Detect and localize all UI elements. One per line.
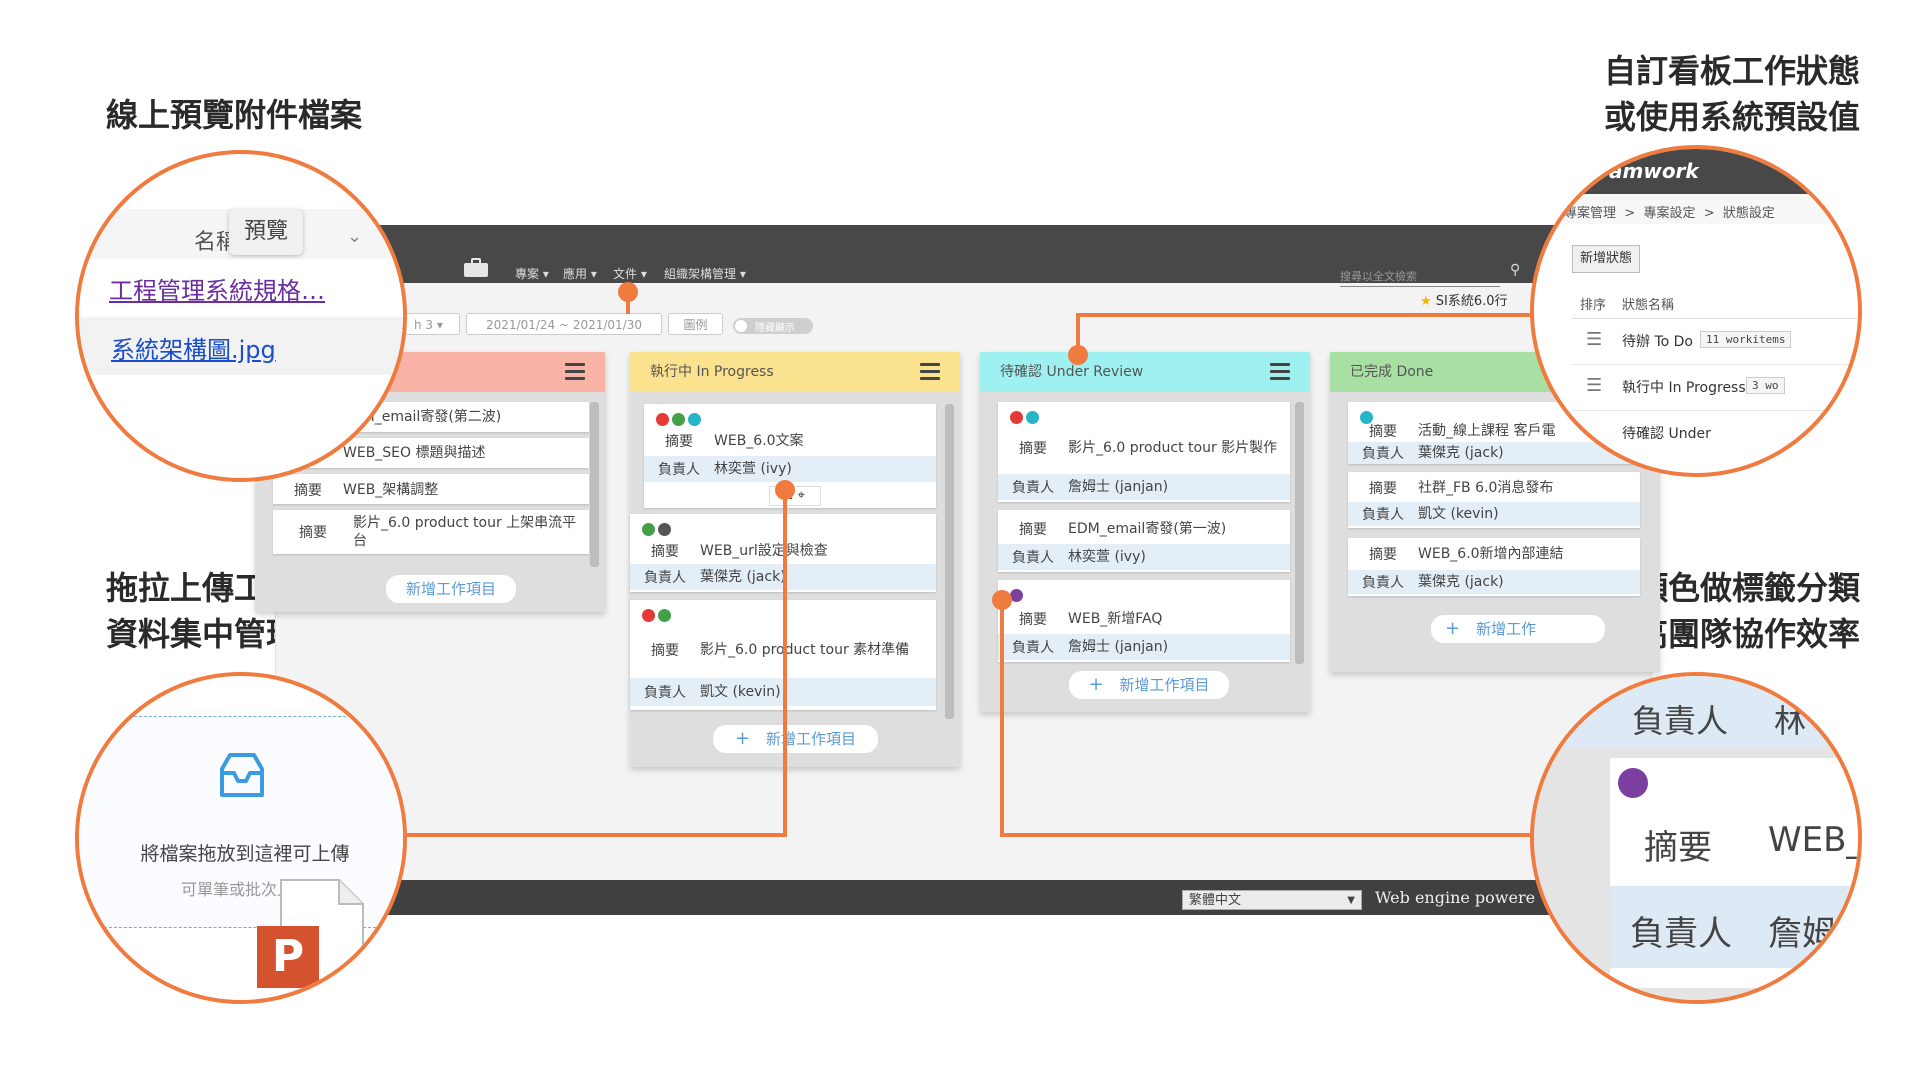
add-task-button[interactable]: + 新增工作項目 — [1068, 670, 1230, 700]
menu-item-project[interactable]: 專案 ▾ — [515, 265, 549, 282]
status-row[interactable]: ☰ 執行中 In Progress 3 wo — [1572, 365, 1858, 411]
feature-title-preview: 線上預覽附件檔案 — [106, 96, 363, 134]
language-select[interactable]: 繁體中文 ▼ — [1182, 890, 1362, 910]
column-scrollbar[interactable] — [1295, 402, 1304, 664]
status-row[interactable]: 待確認 Under — [1572, 411, 1858, 456]
connector-line — [400, 833, 787, 837]
search-icon[interactable]: ⚲ — [1510, 262, 1520, 278]
menu-item-docs[interactable]: 文件 ▾ — [613, 265, 647, 282]
drag-handle-icon[interactable]: ☰ — [1586, 329, 1602, 350]
connector-line — [626, 292, 630, 314]
file-link-spec[interactable]: 工程管理系統規格… — [109, 271, 325, 306]
task-card[interactable]: 摘要 影片_6.0 product tour 影片製作 負責人 詹姆士 (janja… — [998, 402, 1290, 502]
tag-dot-green — [672, 413, 685, 426]
menu-item-apps[interactable]: 應用 ▾ — [563, 265, 597, 282]
column-in-progress: 執行中 In Progress 摘要 WEB_6.0文案 負責人 林奕萱 (ivy)… — [630, 352, 960, 767]
task-card[interactable]: 摘要 WEB_6.0新增內部連結 負責人 葉傑克 (jack) — [1348, 538, 1640, 596]
connector-line — [1000, 833, 1530, 837]
breadcrumb: 專案管理 > 專案設定 > 狀態設定 — [1564, 206, 1775, 221]
plus-icon: + — [1445, 618, 1461, 639]
footer-engine-text: Web engine powere — [1375, 888, 1536, 907]
file-link-diagram[interactable]: 系統架構圖.jpg — [111, 330, 276, 365]
tag-dot-purple — [1618, 768, 1648, 798]
task-card[interactable]: 摘要 WEB_新增FAQ 負責人 詹姆士 (janjan) — [998, 580, 1290, 662]
inbox-icon — [214, 751, 270, 801]
briefcase-icon[interactable] — [462, 258, 490, 278]
app-logo: amwork — [1609, 159, 1699, 183]
preview-tooltip: 預覽 — [229, 209, 303, 255]
tag-dot-teal — [688, 413, 701, 426]
sprint-select[interactable]: h 3 ▾ — [405, 313, 460, 335]
legend-button[interactable]: 圖例 — [668, 313, 723, 335]
search-input[interactable]: 搜尋以全文檢索 — [1340, 268, 1500, 287]
date-range-input[interactable]: 2021/01/24 ~ 2021/01/30 — [466, 313, 662, 335]
plus-icon: + — [1088, 674, 1104, 695]
connector-line — [1076, 313, 1536, 317]
task-card[interactable]: 摘要 社群_FB 6.0消息發布 負責人 凱文 (kevin) — [1348, 472, 1640, 528]
visibility-toggle[interactable]: 隱藏顯示 — [733, 318, 813, 334]
connector-line — [1076, 315, 1080, 351]
menu-item-org[interactable]: 組織架構管理 ▾ — [664, 265, 746, 282]
workitem-count-badge: 3 wo — [1746, 377, 1785, 394]
status-row[interactable]: ☰ 待辦 To Do 11 workitems — [1572, 319, 1858, 365]
feature-title-custom-status: 自訂看板工作狀態 或使用系統預設值 — [1603, 52, 1860, 136]
plus-icon: + — [734, 728, 751, 749]
column-menu-icon[interactable] — [920, 363, 940, 384]
task-card[interactable]: 摘要 WEB_ 負責人 詹姆 — [1610, 758, 1858, 988]
upload-hint: 將檔案拖放到這裡可上傳 — [140, 843, 350, 865]
connector-line — [783, 490, 787, 836]
task-card[interactable]: 摘要 EDM_email寄發(第一波) 負責人 林奕萱 (ivy) — [998, 510, 1290, 572]
tag-dot-red — [656, 413, 669, 426]
zoom-preview-circle: 名稱 ⌄ 預覽 工程管理系統規格… 系統架構圖.jpg — [75, 150, 407, 482]
column-header[interactable]: 執行中 In Progress — [630, 352, 960, 392]
zoom-upload-circle: 將檔案拖放到這裡可上傳 可單筆或批次上傳 P — [75, 672, 407, 1004]
column-scrollbar[interactable] — [590, 402, 599, 567]
chevron-down-icon[interactable]: ⌄ — [347, 226, 362, 247]
powerpoint-file-icon: P — [257, 926, 319, 988]
task-card[interactable]: 摘要 影片_6.0 product tour 上架串流平台 — [273, 510, 589, 554]
add-status-button[interactable]: 新增狀態 — [1572, 245, 1640, 273]
column-under-review: 待確認 Under Review 摘要 影片_6.0 product tour 影… — [980, 352, 1310, 712]
column-name-header: 狀態名稱 — [1622, 298, 1675, 313]
workitem-count-badge: 11 workitems — [1700, 331, 1792, 348]
star-icon[interactable]: ★ — [1420, 294, 1432, 309]
column-order-header: 排序 — [1580, 298, 1607, 313]
drag-handle-icon[interactable]: ☰ — [1586, 375, 1602, 396]
add-task-button[interactable]: + 新增工作 — [1430, 614, 1606, 644]
zoom-status-circle: amwork 專案管理 > 專案設定 > 狀態設定 新增狀態 排序 狀態名稱 ☰… — [1530, 145, 1862, 477]
connector-line — [1000, 600, 1004, 836]
column-header[interactable]: 待確認 Under Review — [980, 352, 1310, 392]
zoom-tag-circle: 負責人 林 摘要 WEB_ 負責人 詹姆 — [1530, 672, 1862, 1004]
add-task-button[interactable]: + 新增工作項目 — [712, 724, 879, 754]
column-scrollbar[interactable] — [945, 404, 954, 719]
project-name: ★ SI系統6.0行 — [1420, 294, 1508, 309]
task-card[interactable]: 摘要 WEB_架構調整 — [273, 474, 589, 504]
tag-icon: ⌖ — [797, 488, 805, 503]
add-task-button[interactable]: 新增工作項目 — [385, 574, 517, 604]
column-menu-icon[interactable] — [1270, 363, 1290, 384]
column-menu-icon[interactable] — [565, 363, 585, 384]
